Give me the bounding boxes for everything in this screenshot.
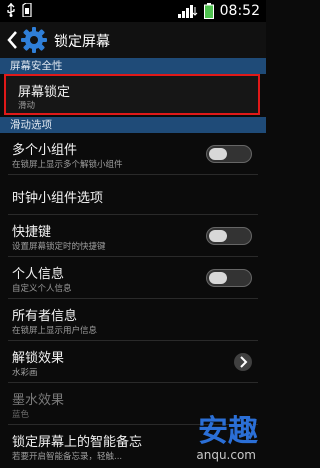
clock-widget-row[interactable]: 时钟小组件选项 <box>0 175 266 215</box>
toggle-knob <box>209 272 227 284</box>
sd-card-icon <box>22 3 32 17</box>
settings-gear-icon[interactable] <box>21 27 47 53</box>
status-left-icons <box>6 3 32 17</box>
section-header-security: 屏幕安全性 <box>0 58 266 74</box>
unlock-effect-button[interactable] <box>234 353 252 371</box>
multiple-widgets-subtitle: 在锁屏上显示多个解锁小组件 <box>12 160 123 170</box>
personal-info-subtitle: 自定义个人信息 <box>12 284 72 294</box>
unlock-effect-title: 解锁效果 <box>12 351 65 366</box>
screen-lock-row[interactable]: 屏幕锁定 滑动 <box>4 74 260 115</box>
usb-icon <box>7 3 15 17</box>
back-chevron-icon[interactable] <box>6 30 18 50</box>
status-right-icons: 08:52 <box>177 2 260 20</box>
personal-info-row[interactable]: 个人信息 自定义个人信息 <box>0 257 266 299</box>
watermark-sub: anqu.com <box>196 448 256 462</box>
watermark-logo: 安趣 anqu.com <box>170 406 262 462</box>
shortcuts-title: 快捷键 <box>12 225 52 240</box>
status-bar: 08:52 <box>0 0 266 22</box>
multiple-widgets-toggle[interactable] <box>206 145 252 163</box>
smart-alert-title: 锁定屏幕上的智能备忘 <box>12 435 143 450</box>
screen-lock-subtitle: 滑动 <box>18 101 36 111</box>
smart-alert-subtitle: 若要开启智能备忘录，轻触... <box>12 452 123 462</box>
toggle-knob <box>209 148 227 160</box>
page-title: 锁定屏幕 <box>54 34 110 50</box>
owner-info-title: 所有者信息 <box>12 309 78 324</box>
signal-icon <box>177 5 197 18</box>
multiple-widgets-title: 多个小组件 <box>12 143 78 158</box>
ink-effect-title: 墨水效果 <box>12 393 65 408</box>
shortcuts-row[interactable]: 快捷键 设置屏幕锁定时的快捷键 <box>0 215 266 257</box>
personal-info-toggle[interactable] <box>206 269 252 287</box>
multiple-widgets-row[interactable]: 多个小组件 在锁屏上显示多个解锁小组件 <box>0 133 266 175</box>
toggle-knob <box>209 230 227 242</box>
action-bar: 锁定屏幕 <box>0 22 266 58</box>
unlock-effect-subtitle: 水彩画 <box>12 368 38 378</box>
battery-icon <box>203 3 214 19</box>
ink-effect-subtitle: 蓝色 <box>12 410 30 420</box>
unlock-effect-row[interactable]: 解锁效果 水彩画 <box>0 341 266 383</box>
shortcuts-toggle[interactable] <box>206 227 252 245</box>
watermark-main: 安趣 <box>198 414 258 449</box>
personal-info-title: 个人信息 <box>12 267 65 282</box>
section-header-slide-options: 滑动选项 <box>0 117 266 133</box>
owner-info-row[interactable]: 所有者信息 在锁屏上显示用户信息 <box>0 299 266 341</box>
clock-widget-title: 时钟小组件选项 <box>12 191 104 206</box>
owner-info-subtitle: 在锁屏上显示用户信息 <box>12 326 98 336</box>
shortcuts-subtitle: 设置屏幕锁定时的快捷键 <box>12 242 106 252</box>
chevron-right-icon <box>240 356 248 368</box>
screen-lock-title: 屏幕锁定 <box>18 85 71 100</box>
status-time: 08:52 <box>219 3 260 19</box>
